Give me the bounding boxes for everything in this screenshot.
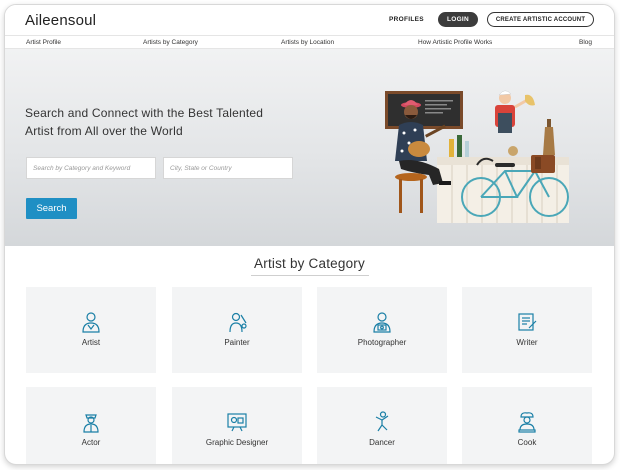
- category-card-dancer[interactable]: Dancer: [317, 387, 447, 464]
- artist-icon: [82, 312, 100, 333]
- search-button[interactable]: Search: [26, 198, 77, 219]
- page-frame: Aileensoul PROFILES LOGIN CREATE ARTISTI…: [4, 4, 615, 465]
- create-artistic-account-button[interactable]: CREATE ARTISTIC ACCOUNT: [487, 12, 594, 27]
- category-keyword-input[interactable]: Search by Category and Keyword: [26, 157, 156, 179]
- category-label: Cook: [517, 438, 537, 447]
- hero-title: Search and Connect with the Best Talente…: [25, 104, 295, 140]
- actor-icon: [83, 414, 99, 433]
- category-card-painter[interactable]: Painter: [172, 287, 302, 373]
- graphic-designer-icon: [227, 413, 247, 432]
- photographer-icon: [373, 312, 391, 333]
- category-card-actor[interactable]: Actor: [26, 387, 156, 464]
- writer-icon: [518, 313, 537, 331]
- nav-blog[interactable]: Blog: [579, 39, 592, 46]
- cook-icon: [518, 412, 536, 433]
- hero-title-line-2: Artist from All over the World: [25, 124, 183, 138]
- site-logo[interactable]: Aileensoul: [25, 12, 96, 29]
- heading-underline: [251, 275, 369, 276]
- category-label: Dancer: [369, 438, 395, 447]
- category-label: Artist: [81, 338, 101, 347]
- category-card-graphic-designer[interactable]: Graphic Designer: [172, 387, 302, 464]
- dancer-icon: [375, 411, 389, 432]
- nav-artist-profile[interactable]: Artist Profile: [26, 39, 61, 46]
- sub-navigation: Artist Profile Artists by Category Artis…: [5, 35, 614, 49]
- category-card-writer[interactable]: Writer: [462, 287, 592, 373]
- top-header: Aileensoul PROFILES LOGIN CREATE ARTISTI…: [5, 5, 614, 35]
- artist-by-category-heading: Artist by Category: [254, 256, 365, 271]
- category-label: Painter: [224, 338, 250, 347]
- profiles-link[interactable]: PROFILES: [389, 16, 424, 23]
- nav-how-artistic-profile-works[interactable]: How Artistic Profile Works: [418, 39, 492, 46]
- nav-artists-by-category[interactable]: Artists by Category: [143, 39, 198, 46]
- painter-icon: [229, 312, 247, 333]
- hero-banner: Search and Connect with the Best Talente…: [5, 49, 614, 246]
- hero-illustration: [385, 90, 569, 223]
- hero-title-line-1: Search and Connect with the Best Talente…: [25, 106, 264, 120]
- category-card-artist[interactable]: Artist: [26, 287, 156, 373]
- category-card-cook[interactable]: Cook: [462, 387, 592, 464]
- location-input[interactable]: City, State or Country: [163, 157, 293, 179]
- category-label: Graphic Designer: [205, 438, 269, 447]
- category-label: Photographer: [357, 338, 407, 347]
- category-label: Actor: [81, 438, 101, 447]
- category-label: Writer: [516, 338, 538, 347]
- category-card-photographer[interactable]: Photographer: [317, 287, 447, 373]
- login-button[interactable]: LOGIN: [438, 12, 478, 27]
- nav-artists-by-location[interactable]: Artists by Location: [281, 39, 334, 46]
